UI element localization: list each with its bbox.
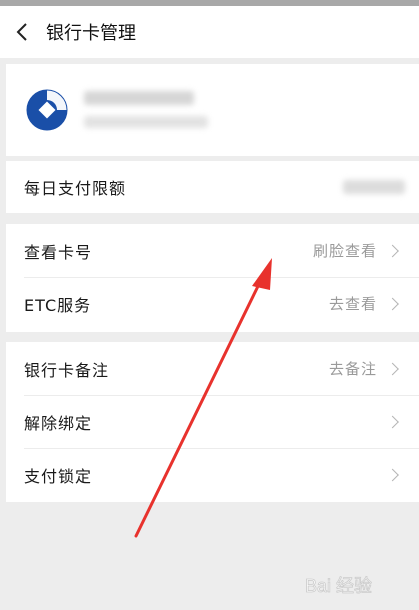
etc-service-label: ETC服务 (24, 295, 92, 315)
chevron-right-icon (386, 468, 399, 481)
nav-header: 银行卡管理 (0, 6, 419, 58)
daily-limit-row: 每日支付限额 (6, 161, 419, 213)
bank-logo-icon (26, 89, 68, 131)
payment-lock-row[interactable]: 支付锁定 (6, 448, 419, 501)
view-card-number-value: 刷脸查看 (312, 242, 377, 260)
chevron-right-icon (386, 244, 399, 257)
card-note-value: 去备注 (328, 360, 377, 378)
unbind-card-row[interactable]: 解除绑定 (6, 395, 419, 448)
daily-limit-label: 每日支付限额 (24, 179, 127, 198)
card-settings-group: 银行卡备注 去备注 解除绑定 支付锁定 (6, 342, 419, 502)
card-note-row[interactable]: 银行卡备注 去备注 (6, 342, 419, 395)
unbind-card-label: 解除绑定 (24, 413, 93, 433)
back-arrow-icon (16, 23, 27, 41)
bank-card-summary[interactable] (6, 64, 419, 156)
card-name-redacted (84, 91, 194, 105)
daily-limit-value-redacted (343, 180, 405, 194)
page-title: 银行卡管理 (46, 23, 136, 44)
card-actions-group: 查看卡号 刷脸查看 ETC服务 去查看 (6, 224, 419, 332)
view-card-number-label: 查看卡号 (24, 242, 93, 262)
daily-limit-section: 每日支付限额 (6, 161, 419, 213)
chevron-right-icon (386, 415, 399, 428)
chevron-right-icon (386, 362, 399, 375)
card-number-redacted (84, 116, 208, 128)
etc-service-value: 去查看 (328, 295, 377, 313)
empty-bottom-area (6, 502, 419, 610)
etc-service-row[interactable]: ETC服务 去查看 (6, 277, 419, 330)
view-card-number-row[interactable]: 查看卡号 刷脸查看 (6, 224, 419, 277)
chevron-right-icon (386, 297, 399, 310)
card-note-label: 银行卡备注 (24, 360, 110, 380)
back-button[interactable] (0, 6, 44, 58)
payment-lock-label: 支付锁定 (24, 466, 93, 486)
